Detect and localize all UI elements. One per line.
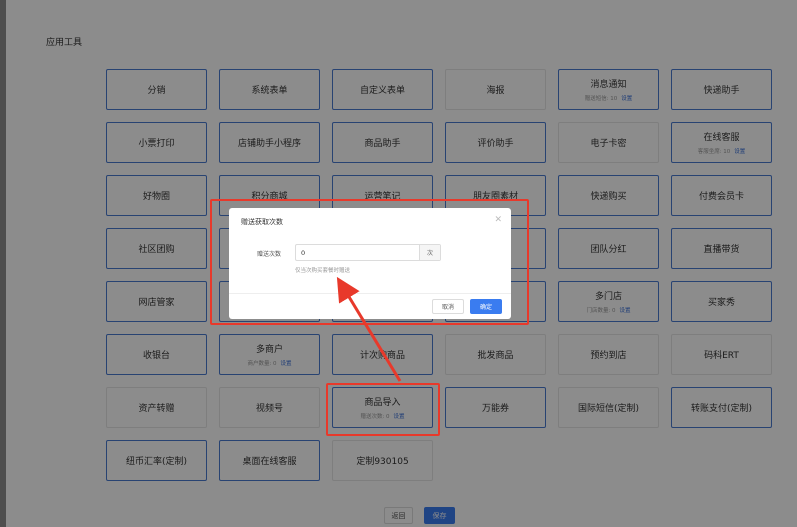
annotation-arrow bbox=[336, 276, 402, 382]
arrow-line bbox=[336, 276, 402, 382]
